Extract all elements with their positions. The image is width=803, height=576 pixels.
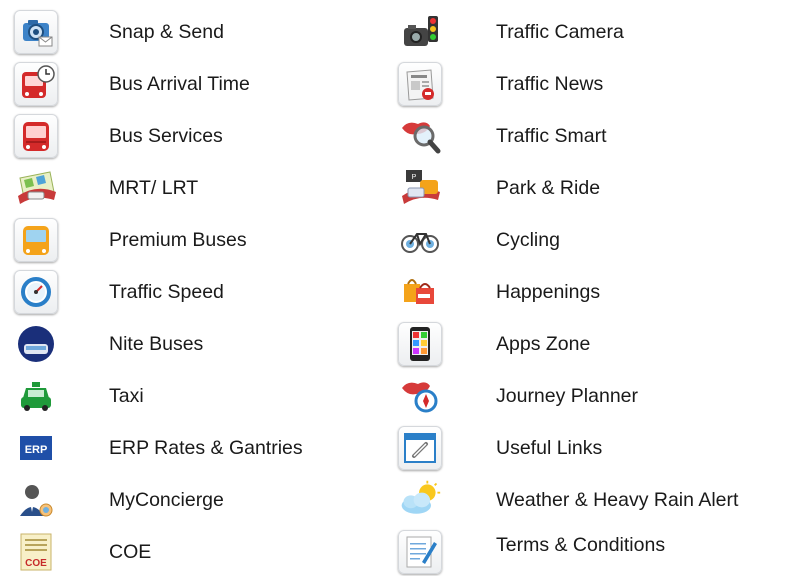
menu-item-cycling[interactable]: Cycling [398,216,798,264]
menu-item-label: MRT/ LRT [109,176,199,199]
menu-item-journey-planner[interactable]: Journey Planner [398,372,798,420]
menu-item-label: Snap & Send [109,20,224,43]
menu-item-weather-heavy-rain-alert[interactable]: Weather & Heavy Rain Alert [398,476,798,524]
taxi-icon [14,374,58,418]
train-map-icon [14,166,58,210]
map-compass-icon [398,374,442,418]
menu-item-myconcierge[interactable]: MyConcierge [14,476,384,524]
erp-icon: ERP [14,426,58,470]
premium-bus-icon [14,218,58,262]
erp-icon-text: ERP [25,444,48,456]
menu-item-label: Apps Zone [496,332,591,355]
menu-item-traffic-news[interactable]: Traffic News [398,60,798,108]
menu-item-label: Cycling [496,228,560,251]
notepad-pen-icon [398,530,442,574]
camera-mail-icon [14,10,58,54]
menu-item-label: Terms & Conditions [496,533,666,556]
bus-clock-icon [14,62,58,106]
menu-item-label: Traffic Camera [496,20,624,43]
menu-item-taxi[interactable]: Taxi [14,372,384,420]
menu-item-traffic-camera[interactable]: Traffic Camera [398,8,798,56]
menu-item-park-ride[interactable]: P Park & Ride [398,164,798,212]
menu-item-label: Taxi [109,384,144,407]
bus-icon [14,114,58,158]
menu-item-label: Useful Links [496,436,603,459]
menu-item-nite-buses[interactable]: Nite Buses [14,320,384,368]
menu-item-label: Bus Services [109,124,223,147]
menu-item-bus-arrival-time[interactable]: Bus Arrival Time [14,60,384,108]
menu-item-label: Weather & Heavy Rain Alert [496,488,739,511]
shopping-bags-icon [398,270,442,314]
menu-item-useful-links[interactable]: Useful Links [398,424,798,472]
link-window-icon [398,426,442,470]
menu-item-traffic-smart[interactable]: Traffic Smart [398,112,798,160]
menu-item-snap-send[interactable]: Snap & Send [14,8,384,56]
menu-item-label: COE [109,540,152,563]
menu-item-label: Park & Ride [496,176,601,199]
menu-item-label: Happenings [496,280,601,303]
traffic-camera-icon [398,10,442,54]
menu-item-premium-buses[interactable]: Premium Buses [14,216,384,264]
weather-cloud-sun-icon [398,478,442,522]
concierge-icon [14,478,58,522]
speedometer-icon [14,270,58,314]
menu-item-label: Premium Buses [109,228,247,251]
menu-item-label: Traffic Speed [109,280,224,303]
phone-apps-icon [398,322,442,366]
menu-item-erp-rates-gantries[interactable]: ERP ERP Rates & Gantries [14,424,384,472]
svg-text:P: P [412,174,417,181]
newspaper-icon [398,62,442,106]
menu-item-apps-zone[interactable]: Apps Zone [398,320,798,368]
menu-item-label: Traffic News [496,72,604,95]
menu-item-coe[interactable]: COE COE [14,528,384,576]
menu-item-terms-conditions[interactable]: Terms & Conditions [398,528,798,576]
bicycle-icon [398,218,442,262]
menu-item-bus-services[interactable]: Bus Services [14,112,384,160]
menu-item-label: ERP Rates & Gantries [109,436,303,459]
menu-item-label: Journey Planner [496,384,639,407]
coe-document-icon: COE [14,530,58,574]
map-magnifier-icon [398,114,442,158]
menu-item-label: MyConcierge [109,488,224,511]
menu-item-happenings[interactable]: Happenings [398,268,798,316]
menu-item-label: Bus Arrival Time [109,72,250,95]
menu-item-mrt-lrt[interactable]: MRT/ LRT [14,164,384,212]
menu-item-label: Nite Buses [109,332,204,355]
menu-item-label: Traffic Smart [496,124,607,147]
night-bus-icon [14,322,58,366]
park-ride-icon: P [398,166,442,210]
coe-icon-text: COE [25,558,47,569]
menu-item-traffic-speed[interactable]: Traffic Speed [14,268,384,316]
